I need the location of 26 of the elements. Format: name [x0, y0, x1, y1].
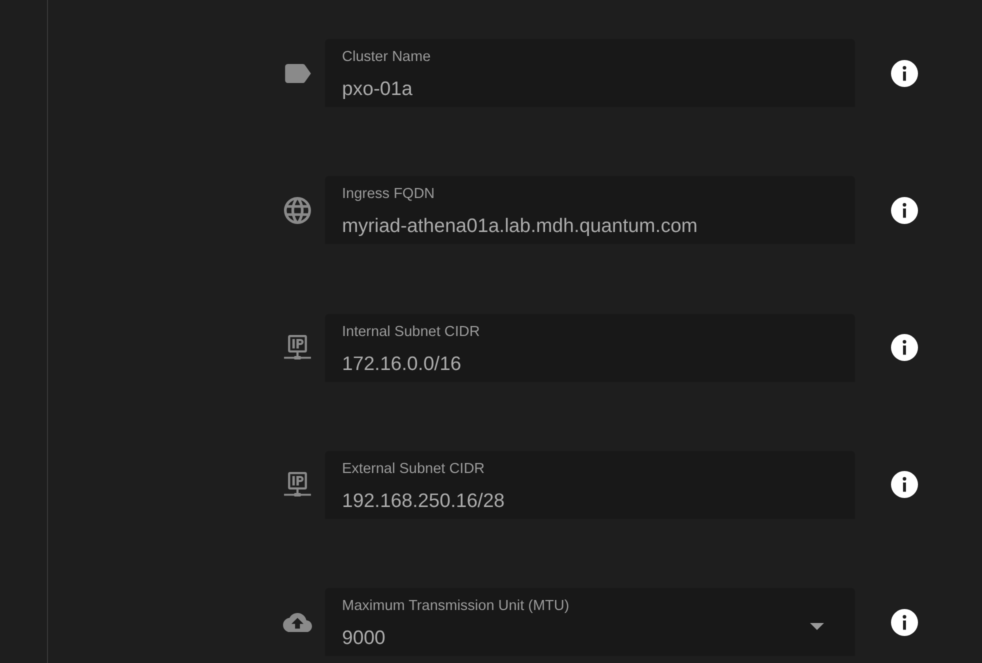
field-label: Maximum Transmission Unit (MTU) — [342, 598, 570, 614]
tag-icon — [284, 64, 310, 82]
cloud-upload-icon — [283, 612, 312, 632]
field-label: Ingress FQDN — [342, 186, 436, 202]
caret-icon[interactable] — [810, 623, 824, 630]
info-icon[interactable] — [891, 471, 918, 498]
field-label: Cluster Name — [342, 49, 432, 65]
field-value: pxo-01a — [342, 77, 414, 101]
field-value: 192.168.250.16/28 — [342, 488, 506, 513]
field-value: 9000 — [342, 626, 386, 650]
info-icon[interactable] — [891, 196, 918, 224]
field-label: External Subnet CIDR — [342, 460, 486, 477]
text-field[interactable]: Cluster Name pxo-01a — [325, 39, 855, 107]
info-icon[interactable] — [891, 60, 918, 86]
info-icon[interactable] — [891, 334, 918, 362]
field-value: myriad-athena01a.lab.mdh.quantum.com — [342, 214, 699, 238]
text-field[interactable]: Internal Subnet CIDR 172.16.0.0/16 — [325, 314, 855, 382]
info-icon[interactable] — [891, 608, 918, 636]
globe-icon — [284, 196, 311, 224]
field-label: Internal Subnet CIDR — [342, 324, 481, 340]
field-value: 172.16.0.0/16 — [342, 352, 462, 376]
network-icon — [284, 334, 311, 361]
text-field[interactable]: External Subnet CIDR 192.168.250.16/28 — [325, 450, 855, 519]
text-field[interactable]: Ingress FQDN myriad-athena01a.lab.mdh.quantum.com — [325, 176, 855, 244]
select-field[interactable]: Maximum Transmission Unit (MTU) 9000 — [325, 588, 855, 656]
network-icon — [284, 472, 311, 498]
